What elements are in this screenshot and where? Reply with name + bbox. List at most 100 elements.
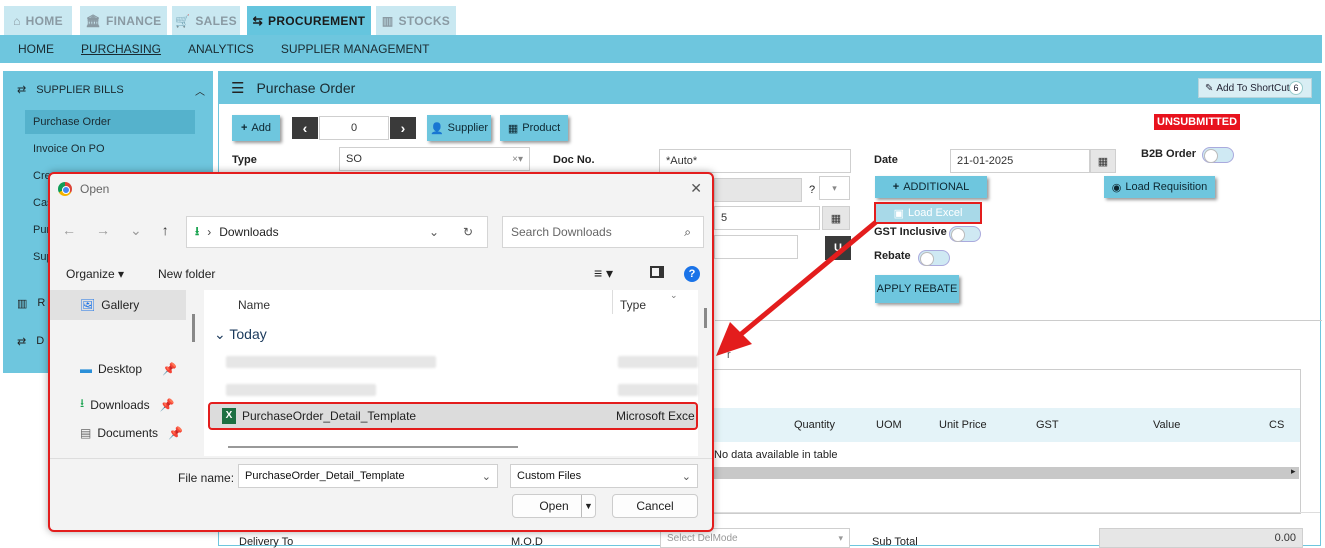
address-bar[interactable]: ⭳ › Downloads ⌄ ↻	[186, 216, 488, 248]
col-gst[interactable]: GST	[1036, 419, 1059, 431]
additional-button[interactable]: + ADDITIONAL	[875, 176, 987, 198]
sidebar-item-purchase-order[interactable]: Purchase Order	[25, 110, 195, 134]
blurred-file-row[interactable]	[226, 384, 376, 396]
sub-nav: HOME PURCHASING ANALYTICS SUPPLIER MANAG…	[0, 35, 1322, 63]
breadcrumb-downloads[interactable]: Downloads	[219, 225, 278, 239]
question-mark: ?	[809, 184, 816, 196]
blurred-file-type	[618, 356, 698, 368]
tab-procurement[interactable]: ⇆ PROCUREMENT	[247, 6, 371, 35]
product-button[interactable]: ▦ Product	[500, 115, 568, 141]
sidebar-item-invoice-on-po[interactable]: Invoice On PO	[25, 137, 195, 161]
type-label: Type	[232, 154, 257, 166]
preview-pane-icon[interactable]	[650, 266, 664, 278]
clear-dropdown-icon: ×▾	[512, 153, 523, 165]
hidden-gray-field[interactable]	[714, 178, 802, 202]
nav-gallery[interactable]: 🖼 Gallery	[80, 298, 139, 312]
page-title: Purchase Order	[256, 80, 356, 96]
close-icon[interactable]: ✕	[690, 180, 702, 197]
up-arrow-icon[interactable]: ↑	[162, 222, 169, 239]
vertical-scrollbar[interactable]	[704, 308, 707, 328]
cart-icon: 🛒	[175, 13, 191, 28]
subnav-home[interactable]: HOME	[18, 42, 54, 56]
horizontal-scrollbar[interactable]	[714, 467, 1299, 479]
next-button[interactable]: ›	[390, 117, 416, 139]
subnav-supplier-management[interactable]: SUPPLIER MANAGEMENT	[281, 42, 430, 56]
prev-button[interactable]: ‹	[292, 117, 318, 139]
tab-home[interactable]: ⌂ HOME	[4, 6, 72, 35]
date-input[interactable]: 21-01-2025	[950, 149, 1090, 173]
dialog-nav-row: ← → ⌄ ↑ ⭳ › Downloads ⌄ ↻ Search Downloa…	[50, 212, 712, 248]
record-counter[interactable]: 0	[319, 116, 389, 140]
supplier-button[interactable]: 👤 Supplier	[427, 115, 491, 141]
subnav-analytics[interactable]: ANALYTICS	[188, 42, 254, 56]
cancel-button[interactable]: Cancel	[612, 494, 698, 518]
subnav-purchasing[interactable]: PURCHASING	[81, 42, 161, 56]
gst-inclusive-toggle[interactable]	[949, 226, 981, 242]
calendar-icon[interactable]: ▦	[1090, 149, 1116, 173]
breadcrumb-separator-icon: ›	[207, 225, 212, 239]
items-table-header: Quantity UOM Unit Price GST Value CS	[714, 408, 1300, 442]
blurred-file-row[interactable]	[226, 356, 436, 368]
play-circle-icon: ◉	[1111, 181, 1122, 194]
tab-stocks[interactable]: ▥ STOCKS	[376, 6, 456, 35]
horizontal-scrollbar[interactable]	[228, 446, 518, 448]
back-arrow-icon[interactable]: ←	[62, 222, 76, 239]
red-arrow-annotation	[716, 220, 878, 356]
recent-dropdown-icon[interactable]: ⌄	[130, 222, 142, 239]
chevron-down-icon[interactable]: ⌄	[429, 225, 439, 239]
user-icon: 👤	[429, 122, 444, 135]
add-to-shortcut-button[interactable]: ✎ Add To ShortCut 6	[1198, 78, 1312, 98]
nav-documents[interactable]: ▤ Documents 📌	[80, 426, 183, 440]
file-row-selected[interactable]: X PurchaseOrder_Detail_Template Microsof…	[208, 402, 698, 430]
menu-icon[interactable]: ☰	[231, 79, 244, 97]
nav-pane-scrollbar[interactable]	[192, 314, 195, 342]
documents-icon: ▤	[80, 426, 92, 440]
sidebar-section-r[interactable]: ▥ R	[17, 297, 45, 310]
question-dropdown[interactable]: ▾	[819, 176, 850, 200]
filetype-select[interactable]: Custom Files ⌄	[510, 464, 698, 488]
sidebar-section-d[interactable]: ⇄ D	[17, 335, 44, 348]
rebate-toggle[interactable]	[918, 250, 950, 266]
nav-desktop[interactable]: ▬ Desktop 📌	[80, 362, 177, 376]
add-button[interactable]: + Add	[232, 115, 280, 141]
chevron-up-icon[interactable]: ︿	[195, 83, 205, 98]
handshake-icon: ⇆	[252, 13, 264, 28]
view-options-icon[interactable]: ≡ ▾	[594, 265, 613, 282]
col-type[interactable]: Type	[620, 298, 646, 312]
scroll-right-icon[interactable]: ▸	[1291, 466, 1296, 477]
load-requisition-button[interactable]: ◉ Load Requisition	[1104, 176, 1215, 198]
organize-menu[interactable]: Organize ▾	[66, 267, 124, 281]
nav-downloads[interactable]: ⭳ Downloads 📌	[80, 394, 175, 415]
search-icon: ⌕	[684, 224, 691, 239]
panel-header: ☰ Purchase Order ✎ Add To ShortCut 6	[219, 72, 1320, 104]
chevron-down-icon[interactable]: ⌄	[670, 290, 678, 301]
group-today[interactable]: ⌄ Today	[214, 326, 267, 343]
chrome-icon	[58, 182, 72, 196]
col-name[interactable]: Name	[238, 298, 270, 312]
search-input[interactable]: Search Downloads ⌕	[502, 216, 704, 248]
sidebar-section-supplier-bills[interactable]: ⇄ SUPPLIER BILLS	[17, 83, 124, 97]
tab-sales[interactable]: 🛒 SALES	[172, 6, 240, 35]
load-excel-button[interactable]: ▣ Load Excel	[874, 202, 982, 224]
refresh-icon[interactable]: ↻	[463, 225, 473, 239]
product-icon: ▦	[507, 122, 519, 135]
pin-icon: 📌	[162, 362, 177, 376]
forward-arrow-icon[interactable]: →	[96, 222, 110, 239]
col-value[interactable]: Value	[1153, 419, 1180, 431]
open-button[interactable]: Open ▼	[512, 494, 596, 518]
type-select[interactable]: SO ×▾	[339, 147, 530, 171]
col-uom[interactable]: UOM	[876, 419, 902, 431]
swap-icon: ⇄	[17, 84, 27, 96]
col-quantity[interactable]: Quantity	[794, 419, 835, 431]
docno-input[interactable]: *Auto*	[659, 149, 851, 173]
tab-finance[interactable]: 🏛 FINANCE	[80, 6, 167, 35]
new-folder-button[interactable]: New folder	[158, 267, 215, 281]
col-cs[interactable]: CS	[1269, 419, 1284, 431]
bank-icon: 🏛	[85, 13, 102, 28]
b2b-toggle[interactable]	[1202, 147, 1234, 163]
help-icon[interactable]: ?	[684, 266, 700, 282]
filename-input[interactable]: PurchaseOrder_Detail_Template ⌄	[238, 464, 498, 488]
open-split-dropdown-icon[interactable]: ▼	[581, 495, 595, 517]
download-icon: ⭳	[80, 396, 85, 410]
col-unit-price[interactable]: Unit Price	[939, 419, 987, 431]
